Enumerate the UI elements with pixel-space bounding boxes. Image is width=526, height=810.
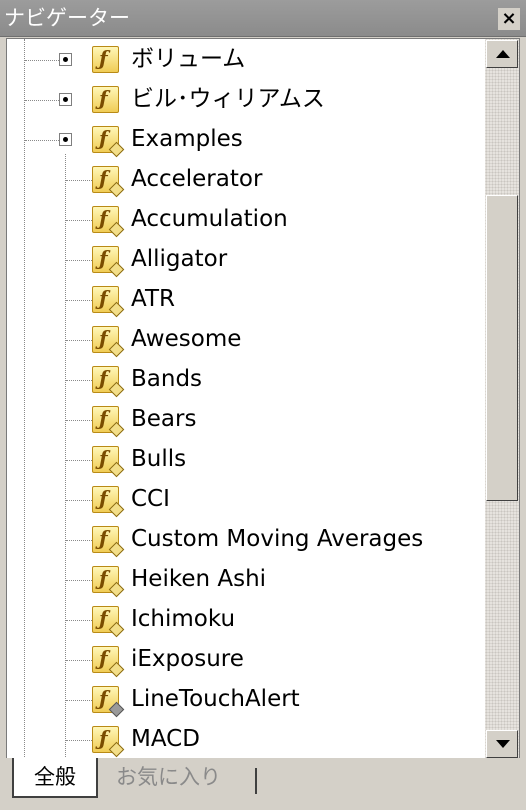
tree-item-label: iExposure [131, 646, 244, 672]
expand-toggle-icon[interactable] [59, 133, 72, 146]
scroll-up-button[interactable] [486, 40, 518, 68]
scroll-down-button[interactable] [486, 730, 518, 758]
tree-item-label: Heiken Ashi [131, 566, 267, 592]
indicator-script-icon [92, 206, 119, 233]
tree-item-label: MACD [131, 726, 200, 752]
tree-item-row[interactable]: CCI [7, 480, 485, 520]
tree-connector [66, 740, 92, 741]
tree-connector [66, 620, 92, 621]
window-title: ナビゲーター [4, 6, 130, 30]
arrow-down-icon [496, 740, 510, 748]
tree-connector [66, 380, 92, 381]
tree-folder-row[interactable]: ビル･ウィリアムス [7, 80, 485, 120]
close-icon: × [501, 8, 517, 29]
indicator-script-icon [92, 686, 119, 713]
tree-item-row[interactable]: Custom Moving Averages [7, 520, 485, 560]
tree-connector [66, 460, 92, 461]
function-folder-icon [92, 46, 119, 73]
scrollbar-thumb[interactable] [486, 195, 518, 501]
indicator-script-icon [92, 166, 119, 193]
tree-item-row[interactable]: Awesome [7, 320, 485, 360]
tree-folder-row[interactable]: Examples [7, 120, 485, 160]
tree-item-row[interactable]: Bands [7, 360, 485, 400]
indicator-script-icon [92, 286, 119, 313]
tree-item-row[interactable]: MACD [7, 720, 485, 759]
tab-general[interactable]: 全般 [12, 758, 98, 798]
tree-item-label: Bulls [131, 446, 187, 472]
tree-folder-label: ビル･ウィリアムス [131, 86, 325, 112]
navigator-tree: ボリュームビル･ウィリアムス Examples Accelerator Accumul… [7, 39, 485, 759]
tree-connector [66, 700, 92, 701]
expand-toggle-icon[interactable] [59, 93, 72, 106]
indicator-script-icon [92, 566, 119, 593]
expand-toggle-icon[interactable] [59, 53, 72, 66]
close-button[interactable]: × [498, 8, 520, 30]
indicator-script-icon [92, 366, 119, 393]
tree-connector [66, 220, 92, 221]
tree-item-row[interactable]: LineTouchAlert [7, 680, 485, 720]
indicator-script-icon [92, 326, 119, 353]
tree-connector [66, 420, 92, 421]
tree-item-row[interactable]: Bulls [7, 440, 485, 480]
tree-connector [66, 180, 92, 181]
tree-item-label: Bears [131, 406, 197, 432]
tree-item-row[interactable]: Bears [7, 400, 485, 440]
tree-folder-label: ボリューム [131, 46, 246, 72]
tree-item-label: CCI [131, 486, 170, 512]
arrow-up-icon [496, 50, 510, 58]
tree-item-label: Custom Moving Averages [131, 526, 424, 552]
tree-item-label: Accumulation [131, 206, 288, 232]
indicator-script-icon [92, 726, 119, 753]
vertical-scrollbar[interactable] [485, 39, 519, 759]
tree-connector [66, 500, 92, 501]
indicator-script-icon [92, 646, 119, 673]
indicator-script-icon [92, 526, 119, 553]
tree-item-row[interactable]: Accelerator [7, 160, 485, 200]
tree-item-row[interactable]: Ichimoku [7, 600, 485, 640]
indicator-script-icon [92, 246, 119, 273]
tab-favorites[interactable]: お気に入り [108, 758, 229, 798]
indicator-script-icon [92, 446, 119, 473]
tree-connector [66, 660, 92, 661]
tree-folder-row[interactable]: ボリューム [7, 40, 485, 80]
indicator-script-icon [92, 406, 119, 433]
tree-item-row[interactable]: ATR [7, 280, 485, 320]
function-folder-icon [92, 126, 119, 153]
tree-item-row[interactable]: iExposure [7, 640, 485, 680]
tree-item-row[interactable]: Heiken Ashi [7, 560, 485, 600]
tree-item-label: LineTouchAlert [131, 686, 300, 712]
tree-connector [66, 260, 92, 261]
navigator-tree-panel: ボリュームビル･ウィリアムス Examples Accelerator Accumul… [6, 38, 520, 760]
tree-item-row[interactable]: Alligator [7, 240, 485, 280]
indicator-script-icon [92, 486, 119, 513]
tree-connector [66, 300, 92, 301]
tree-item-label: Accelerator [131, 166, 263, 192]
function-folder-icon [92, 86, 119, 113]
tree-folder-label: Examples [131, 126, 243, 152]
tree-connector [66, 340, 92, 341]
title-bar[interactable]: ナビゲーター × [0, 0, 526, 37]
tree-item-row[interactable]: Accumulation [7, 200, 485, 240]
tree-item-label: Awesome [131, 326, 242, 352]
tree-item-label: ATR [131, 286, 175, 312]
tree-item-label: Alligator [131, 246, 228, 272]
tree-connector [66, 540, 92, 541]
tree-item-label: Bands [131, 366, 203, 392]
navigator-window: ナビゲーター × ボリュームビル･ウィリアムス Examples Accelerat… [0, 0, 526, 810]
navigator-tabs: 全般 お気に入り [0, 758, 526, 810]
tree-item-label: Ichimoku [131, 606, 236, 632]
tab-divider [255, 768, 257, 794]
indicator-script-icon [92, 606, 119, 633]
tree-connector [66, 580, 92, 581]
